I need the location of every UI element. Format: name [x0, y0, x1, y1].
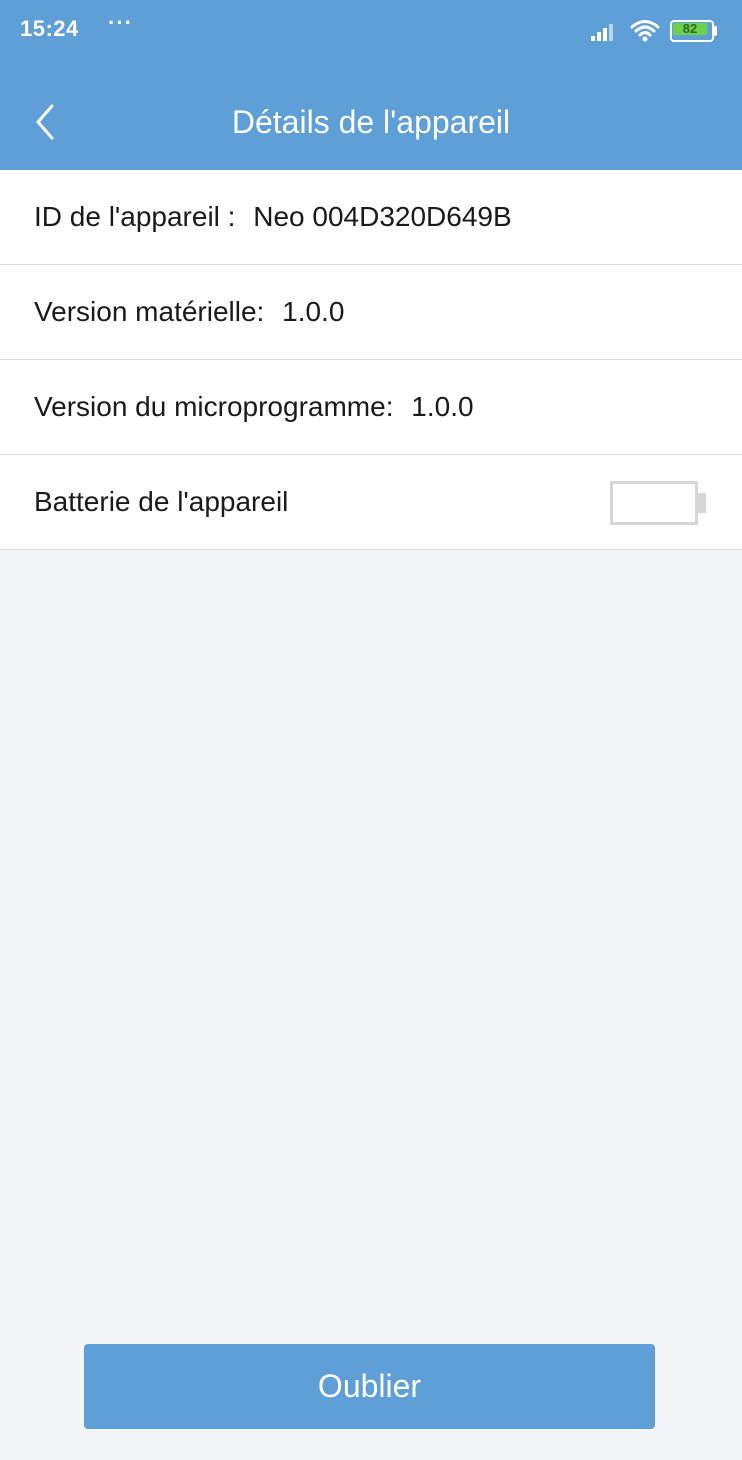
- more-notifications-icon: ···: [108, 10, 133, 35]
- wifi-icon: [630, 20, 660, 42]
- firmware-version-value: 1.0.0: [411, 391, 474, 422]
- firmware-version-row: Version du microprogramme: 1.0.0: [0, 360, 742, 455]
- signal-icon: [591, 24, 613, 41]
- app-header: Détails de l'appareil: [0, 62, 742, 170]
- forget-device-button[interactable]: Oublier: [84, 1344, 655, 1429]
- hardware-version-row: Version matérielle: 1.0.0: [0, 265, 742, 360]
- device-details-list: ID de l'appareil : Neo 004D320D649B Vers…: [0, 170, 742, 550]
- firmware-version-label: Version du microprogramme:: [34, 391, 394, 422]
- hardware-version-label: Version matérielle:: [34, 296, 265, 327]
- battery-icon: 82: [670, 20, 718, 42]
- status-bar: 15:24 ··· 82: [0, 0, 742, 62]
- battery-level-text: 82: [682, 21, 698, 36]
- device-battery-label: Batterie de l'appareil: [34, 486, 289, 517]
- hardware-version-value: 1.0.0: [282, 296, 345, 327]
- device-id-label: ID de l'appareil :: [34, 201, 236, 232]
- device-id-row: ID de l'appareil : Neo 004D320D649B: [0, 170, 742, 265]
- device-id-value: Neo 004D320D649B: [253, 201, 512, 232]
- battery-empty-icon: [610, 481, 710, 529]
- page-title: Détails de l'appareil: [231, 104, 511, 140]
- device-battery-row: Batterie de l'appareil: [0, 455, 742, 550]
- status-time: 15:24: [20, 16, 79, 41]
